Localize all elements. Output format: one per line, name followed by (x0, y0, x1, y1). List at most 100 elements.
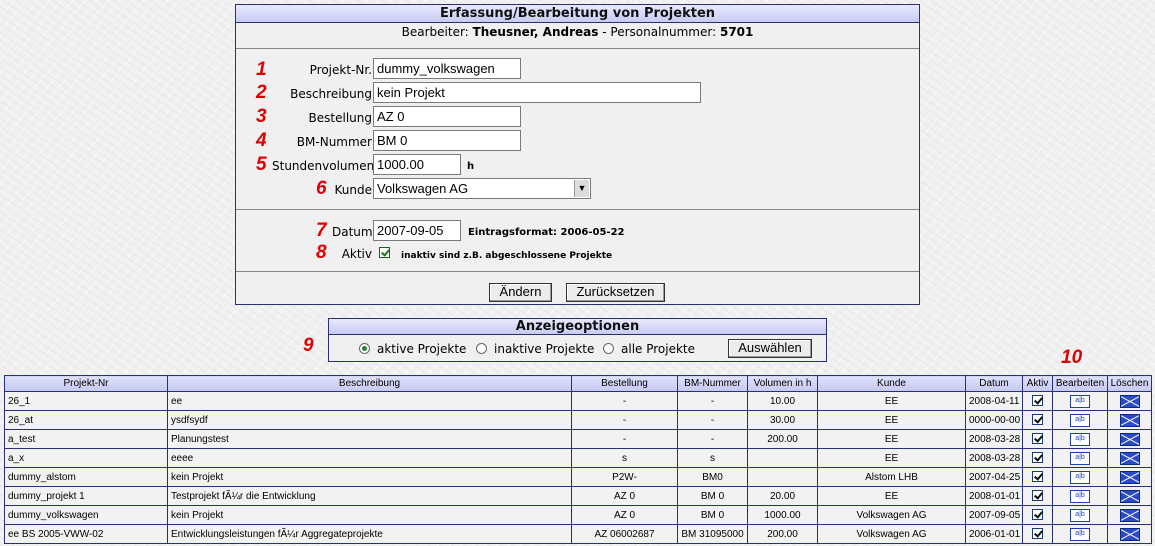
volume-cell: 1000.00 (747, 505, 818, 525)
date-cell: 2008-01-01 (965, 486, 1023, 506)
column-header[interactable]: Beschreibung (167, 375, 572, 392)
delete-icon[interactable] (1119, 451, 1140, 465)
table-row: dummy_projekt 1 Testprojekt fÃ¼r die Entw… (4, 486, 1152, 506)
project-nr-cell: dummy_projekt 1 (4, 486, 168, 506)
delete-icon[interactable] (1119, 489, 1140, 503)
marker-1: 1 (256, 59, 267, 80)
delete-icon[interactable] (1119, 394, 1140, 408)
date-cell: 2008-03-28 (965, 429, 1023, 449)
customer-cell: Volkswagen AG (817, 524, 966, 544)
edit-icon[interactable]: a|b (1070, 413, 1090, 427)
delete-icon[interactable] (1119, 432, 1140, 446)
table-row: a_test Planungstest - -200.00 EE 2008-03-28 a|… (4, 429, 1152, 449)
column-header[interactable]: Datum (965, 375, 1023, 392)
marker-10: 10 (1061, 347, 1083, 368)
order-cell: - (571, 391, 678, 411)
datum-input[interactable]: 2007-09-05 (373, 220, 461, 241)
column-header[interactable]: Bearbeiten (1052, 375, 1108, 392)
description-cell: kein Projekt (167, 467, 572, 487)
description-cell: ee (167, 391, 572, 411)
project-nr-cell: a_test (4, 429, 168, 449)
radio-all-label[interactable]: alle Projekte (621, 342, 695, 356)
select-button[interactable]: Auswählen (728, 339, 812, 358)
edit-icon[interactable]: a|b (1070, 489, 1090, 503)
bm-nummer-label: BM-Nummer (296, 135, 372, 149)
volume-cell: 20.00 (747, 486, 818, 506)
edit-cell: a|b (1052, 467, 1108, 487)
display-options-title: Anzeigeoptionen (329, 319, 826, 335)
marker-3: 3 (256, 106, 267, 127)
aktiv-hint: inaktiv sind z.B. abgeschlossene Projekt… (401, 251, 613, 261)
bestellung-input[interactable]: AZ 0 (373, 106, 521, 127)
edit-icon[interactable]: a|b (1070, 394, 1090, 408)
kunde-select[interactable]: Volkswagen AG ▼ (373, 178, 591, 199)
chevron-down-icon[interactable]: ▼ (574, 180, 589, 197)
radio-all-projects[interactable] (603, 343, 614, 354)
description-cell: Planungstest (167, 429, 572, 449)
customer-cell: Alstom LHB (817, 467, 966, 487)
volume-cell: 10.00 (747, 391, 818, 411)
edit-icon[interactable]: a|b (1070, 527, 1090, 541)
column-header[interactable]: Löschen (1107, 375, 1152, 392)
volume-cell: 200.00 (747, 429, 818, 449)
aktiv-checkbox[interactable] (379, 247, 390, 258)
project-form-panel: Erfassung/Bearbeitung von Projekten Bear… (235, 4, 920, 305)
personnel-number: 5701 (719, 25, 754, 39)
project-nr-cell: 26_1 (4, 391, 168, 411)
column-header[interactable]: Kunde (817, 375, 966, 392)
bm-number-cell: - (677, 391, 748, 411)
radio-active-projects[interactable] (359, 343, 370, 354)
edit-cell: a|b (1052, 448, 1108, 468)
edit-icon[interactable]: a|b (1070, 432, 1090, 446)
beschreibung-input[interactable]: kein Projekt (373, 82, 701, 103)
column-header[interactable]: Bestellung (571, 375, 678, 392)
edit-icon[interactable]: a|b (1070, 508, 1090, 522)
divider (236, 48, 919, 49)
display-options-panel: Anzeigeoptionen aktive Projekte inaktive… (328, 318, 827, 362)
reset-button[interactable]: Zurücksetzen (566, 283, 665, 302)
column-header[interactable]: Projekt-Nr (4, 375, 168, 392)
stundenvolumen-label: Stundenvolumen (272, 159, 375, 173)
bm-number-cell: - (677, 429, 748, 449)
active-cell (1022, 524, 1053, 544)
delete-cell (1107, 467, 1152, 487)
edit-icon[interactable]: a|b (1070, 470, 1090, 484)
change-button[interactable]: Ändern (489, 283, 552, 302)
description-cell: eeee (167, 448, 572, 468)
table-row: a_x eeee s s EE 2008-03-28 a|b (4, 448, 1152, 468)
delete-icon[interactable] (1119, 508, 1140, 522)
active-checkbox-icon (1032, 452, 1043, 464)
projects-table: Projekt-Nr Beschreibung Bestellung BM-Nu… (4, 375, 1152, 544)
projekt-nr-label: Projekt-Nr. (309, 63, 372, 77)
delete-icon[interactable] (1119, 470, 1140, 484)
datum-format-hint: Eintragsformat: 2006-05-22 (468, 227, 625, 238)
delete-cell (1107, 391, 1152, 411)
datum-label: Datum (332, 225, 373, 239)
delete-icon[interactable] (1119, 527, 1140, 541)
delete-icon[interactable] (1119, 413, 1140, 427)
marker-2: 2 (256, 82, 267, 103)
order-cell: s (571, 448, 678, 468)
aktiv-label: Aktiv (341, 247, 372, 261)
radio-inactive-label[interactable]: inaktive Projekte (494, 342, 594, 356)
column-header[interactable]: BM-Nummer (677, 375, 748, 392)
bm-nummer-input[interactable]: BM 0 (373, 130, 521, 151)
radio-active-label[interactable]: aktive Projekte (377, 342, 466, 356)
projekt-nr-input[interactable]: dummy_volkswagen (373, 58, 521, 79)
editor-name: Theusner, Andreas (472, 25, 599, 39)
column-header[interactable]: Volumen in h (747, 375, 818, 392)
table-row: 26_1 ee - -10.00 EE 2008-04-11 a|b (4, 391, 1152, 411)
edit-icon[interactable]: a|b (1070, 451, 1090, 465)
stundenvolumen-input[interactable]: 1000.00 (373, 154, 461, 175)
active-cell (1022, 505, 1053, 525)
bm-number-cell: BM0 (677, 467, 748, 487)
column-header[interactable]: Aktiv (1022, 375, 1053, 392)
table-row: ee BS 2005-VWW-02 Entwicklungsleistungen … (4, 524, 1152, 544)
radio-inactive-projects[interactable] (476, 343, 487, 354)
active-cell (1022, 410, 1053, 430)
edit-cell: a|b (1052, 410, 1108, 430)
edit-cell: a|b (1052, 486, 1108, 506)
edit-cell: a|b (1052, 429, 1108, 449)
order-cell: AZ 0 (571, 486, 678, 506)
description-cell: Testprojekt fÃ¼r die Entwicklung (167, 486, 572, 506)
